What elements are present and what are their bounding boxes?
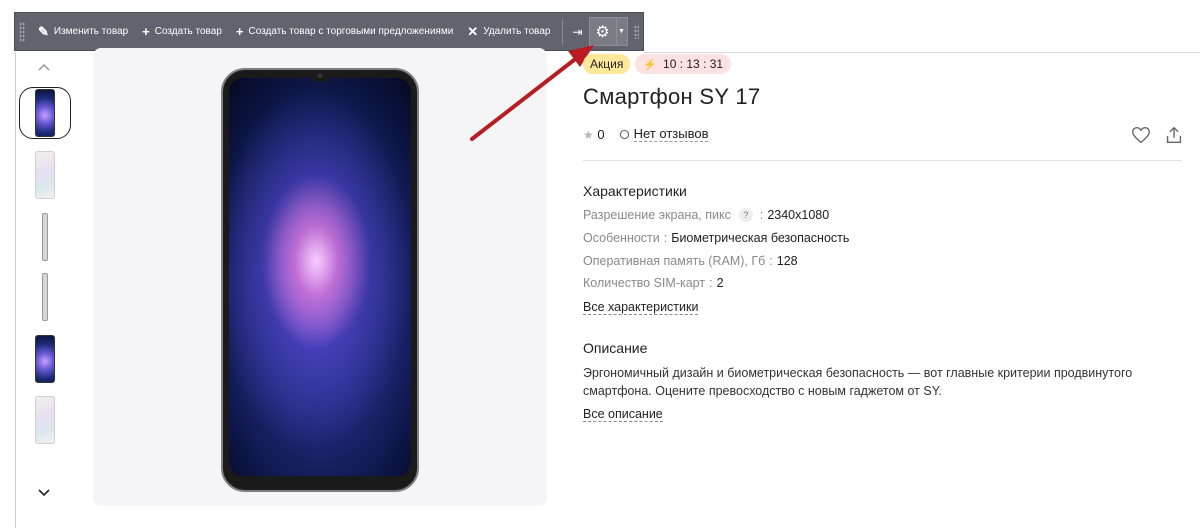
spec-row: Разрешение экрана, пикс?: 2340x1080: [583, 208, 829, 222]
phone-screen: [229, 78, 411, 476]
create-product-offers-button[interactable]: + Создать товар с торговыми предложениям…: [229, 12, 460, 51]
spec-value: Биометрическая безопасность: [671, 231, 850, 245]
toolbar-drag-handle[interactable]: [19, 21, 25, 42]
sale-badge: Акция: [583, 54, 631, 74]
chevron-down-icon[interactable]: ▼: [616, 17, 628, 46]
reviews-label: Нет отзывов: [633, 126, 709, 142]
chevron-down-icon[interactable]: [36, 484, 52, 500]
toolbar-drag-handle-right[interactable]: [633, 24, 639, 39]
spec-colon: :: [709, 276, 713, 290]
delete-product-label: Удалить товар: [483, 26, 551, 37]
camera-dot: [317, 73, 323, 78]
phone-thumb-image: [35, 335, 55, 383]
plus-icon: +: [235, 24, 244, 39]
star-icon: ★: [583, 127, 594, 142]
phone-thumb-image: [35, 396, 55, 444]
description-title: Описание: [583, 340, 648, 356]
pencil-icon: ✎: [38, 24, 49, 39]
all-description-link[interactable]: Все описание: [583, 407, 663, 422]
specs-title: Характеристики: [583, 183, 687, 199]
spec-row: Оперативная память (RAM), Гб: 128: [583, 254, 798, 268]
spec-colon: :: [759, 208, 764, 222]
product-badges: Акция ⚡ 10 : 13 : 31: [583, 54, 732, 74]
spec-value: 2: [716, 276, 724, 290]
reviews-link[interactable]: Нет отзывов: [619, 126, 709, 142]
spec-colon: :: [663, 231, 668, 245]
phone-thumb-image: [42, 213, 48, 261]
product-image-area[interactable]: [93, 48, 547, 506]
rating: ★ 0: [583, 127, 605, 142]
spec-row: Количество SIM-карт: 2: [583, 276, 724, 290]
header-border: [644, 52, 1200, 53]
description-text: Эргономичный дизайн и биометрическая без…: [583, 366, 1133, 398]
product-title: Смартфон SY 17: [583, 84, 761, 109]
plus-icon: +: [142, 24, 150, 39]
close-icon: ✕: [467, 24, 479, 39]
thumbnail-item[interactable]: [19, 211, 71, 263]
delete-product-button[interactable]: ✕ Удалить товар: [460, 12, 557, 51]
thumbnail-item[interactable]: [19, 149, 71, 201]
create-product-label: Создать товар: [154, 26, 222, 37]
edit-product-button[interactable]: ✎ Изменить товар: [31, 12, 135, 51]
admin-toolbar: ✎ Изменить товар + Создать товар + Созда…: [14, 12, 644, 51]
create-product-button[interactable]: + Создать товар: [135, 12, 229, 51]
spec-value: 128: [776, 254, 798, 268]
spec-value: 2340x1080: [767, 208, 830, 222]
chevron-up-icon[interactable]: [36, 60, 52, 76]
spec-key: Разрешение экрана, пикс: [583, 208, 731, 222]
pin-icon[interactable]: ⇥: [567, 25, 589, 39]
timer-badge: ⚡ 10 : 13 : 31: [635, 54, 732, 74]
edit-product-label: Изменить товар: [53, 26, 129, 37]
spec-row: Особенности: Биометрическая безопасность: [583, 231, 849, 245]
gear-icon[interactable]: ⚙: [588, 17, 617, 46]
thumbnail-item[interactable]: [19, 333, 71, 385]
phone-thumb-image: [42, 273, 48, 321]
comment-icon: [619, 129, 629, 139]
create-product-offers-label: Создать товар с торговыми предложениями: [248, 26, 454, 37]
section-divider: [583, 160, 1182, 161]
spec-colon: :: [769, 254, 773, 268]
timer-value: 10 : 13 : 31: [663, 57, 724, 71]
toolbar-divider: [561, 18, 563, 45]
phone-thumb-image: [35, 89, 55, 137]
thumbnail-item[interactable]: [19, 394, 71, 446]
spec-key: Оперативная память (RAM), Гб: [583, 254, 766, 268]
help-icon[interactable]: ?: [738, 208, 753, 222]
product-image: [221, 68, 419, 492]
lightning-icon: ⚡: [643, 58, 658, 71]
spec-key: Количество SIM-карт: [583, 276, 706, 290]
thumbnail-gallery: [16, 56, 74, 506]
phone-thumb-image: [35, 151, 55, 199]
all-specs-link[interactable]: Все характеристики: [583, 300, 699, 315]
share-icon[interactable]: [1163, 124, 1185, 146]
rating-value: 0: [597, 126, 605, 142]
thumbnail-item[interactable]: [19, 271, 71, 323]
spec-key: Особенности: [583, 231, 660, 245]
heart-icon[interactable]: [1130, 124, 1152, 146]
product-rating-row: ★ 0 Нет отзывов: [583, 126, 709, 142]
thumbnail-item[interactable]: [19, 87, 71, 139]
